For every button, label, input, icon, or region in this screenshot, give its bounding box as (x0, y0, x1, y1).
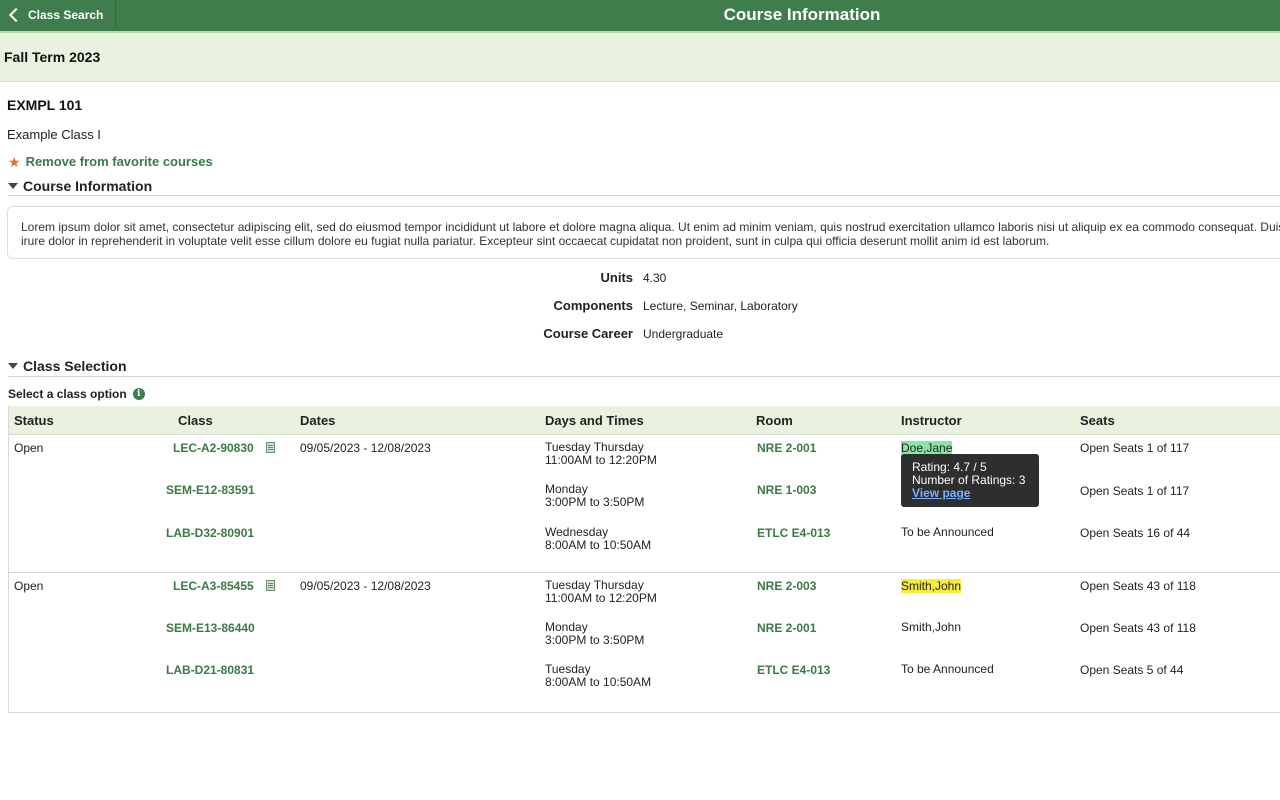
room-link[interactable]: ETLC E4-013 (757, 663, 830, 677)
units-value: 4.30 (643, 271, 667, 285)
class-selection-section-header[interactable]: Class Selection (8, 358, 127, 374)
status-cell: Open (14, 441, 44, 455)
seats-cell: Open Seats 16 of 44 (1080, 526, 1191, 540)
favorite-toggle[interactable]: ★ Remove from favorite courses (8, 154, 213, 169)
dates-cell: 09/05/2023 - 12/08/2023 (300, 441, 431, 455)
section-title: Course Information (23, 178, 153, 194)
course-name: Example Class I (7, 127, 101, 142)
class-link[interactable]: LEC-A3-85455 (173, 579, 254, 593)
column-header-instructor: Instructor (901, 413, 962, 428)
column-header-dates: Dates (300, 413, 336, 428)
times-cell: 8:00AM to 10:50AM (545, 538, 652, 552)
class-link[interactable]: SEM-E13-86440 (166, 621, 255, 635)
section-divider (8, 195, 1280, 196)
notes-icon[interactable] (266, 580, 275, 591)
course-information-section-header[interactable]: Course Information (8, 178, 152, 194)
class-link[interactable]: LEC-A2-90830 (173, 441, 254, 455)
components-label: Components (553, 298, 633, 313)
pointer-cursor-icon: ☝ (935, 450, 943, 465)
seats-cell: Open Seats 5 of 44 (1080, 663, 1184, 677)
room-link[interactable]: NRE 1-003 (757, 483, 816, 497)
components-value: Lecture, Seminar, Laboratory (643, 299, 798, 313)
select-class-label: Select a class option (8, 387, 127, 401)
instructor-cell[interactable]: Smith,John (901, 621, 961, 634)
class-link[interactable]: LAB-D32-80901 (166, 526, 254, 540)
room-link[interactable]: NRE 2-001 (757, 621, 816, 635)
times-cell: 3:00PM to 3:50PM (545, 633, 645, 647)
column-header-status: Status (14, 413, 54, 428)
page-title: Course Information (723, 5, 881, 24)
dates-cell: 09/05/2023 - 12/08/2023 (300, 579, 431, 593)
collapse-triangle-icon (8, 363, 18, 369)
times-cell: 11:00AM to 12:20PM (545, 453, 657, 467)
seats-cell: Open Seats 43 of 118 (1080, 621, 1196, 635)
instructor-link[interactable]: Doe,Jane (901, 441, 953, 455)
back-button-label: Class Search (28, 7, 104, 22)
collapse-triangle-icon (8, 183, 18, 189)
info-icon[interactable]: i (132, 388, 145, 400)
remove-favorite-link[interactable]: Remove from favorite courses (26, 154, 213, 169)
career-label: Course Career (543, 326, 633, 341)
chevron-left-icon (8, 7, 24, 22)
course-description-box: Lorem ipsum dolor sit amet, consectetur … (7, 206, 1280, 259)
top-bar: Class Search Course Information (0, 0, 1280, 31)
column-header-days-times: Days and Times (545, 413, 644, 428)
course-code: EXMPL 101 (7, 97, 83, 113)
row-group-divider (9, 572, 1280, 573)
instructor-cell: To be Announced (901, 525, 994, 539)
seats-cell: Open Seats 43 of 118 (1080, 579, 1196, 593)
column-header-seats: Seats (1080, 413, 1115, 428)
class-link[interactable]: LAB-D21-80831 (166, 663, 254, 677)
notes-icon[interactable] (266, 442, 275, 453)
instructor-link[interactable]: Smith,John (901, 579, 962, 593)
back-to-class-search-button[interactable]: Class Search (0, 0, 117, 29)
instructor-cell: To be Announced (901, 662, 994, 676)
view-page-link[interactable]: View page (912, 486, 970, 500)
seats-cell: Open Seats 1 of 117 (1080, 441, 1190, 455)
room-link[interactable]: ETLC E4-013 (757, 526, 830, 540)
times-cell: 3:00PM to 3:50PM (545, 495, 645, 509)
column-header-class: Class (178, 413, 213, 428)
section-title: Class Selection (23, 358, 127, 374)
term-label: Fall Term 2023 (4, 49, 101, 65)
instructor-rating-tooltip: Rating: 4.7 / 5 Number of Ratings: 3 Vie… (901, 454, 1039, 507)
units-label: Units (600, 270, 634, 285)
times-cell: 8:00AM to 10:50AM (545, 675, 652, 689)
career-value: Undergraduate (643, 327, 724, 341)
select-class-prompt: Select a class option i (8, 387, 145, 401)
room-link[interactable]: NRE 2-001 (757, 441, 816, 455)
table-header: Status Class Dates Days and Times Room I… (9, 406, 1280, 435)
class-link[interactable]: SEM-E12-83591 (166, 483, 255, 497)
class-options-table: Status Class Dates Days and Times Room I… (8, 406, 1280, 713)
term-banner: Fall Term 2023 (0, 33, 1280, 82)
star-icon: ★ (8, 153, 21, 170)
column-header-room: Room (756, 413, 793, 428)
course-description: Lorem ipsum dolor sit amet, consectetur … (21, 220, 1280, 248)
times-cell: 11:00AM to 12:20PM (545, 591, 657, 605)
seats-cell: Open Seats 1 of 117 (1080, 484, 1190, 498)
room-link[interactable]: NRE 2-003 (757, 579, 816, 593)
section-divider (8, 376, 1280, 377)
status-cell: Open (14, 579, 44, 593)
